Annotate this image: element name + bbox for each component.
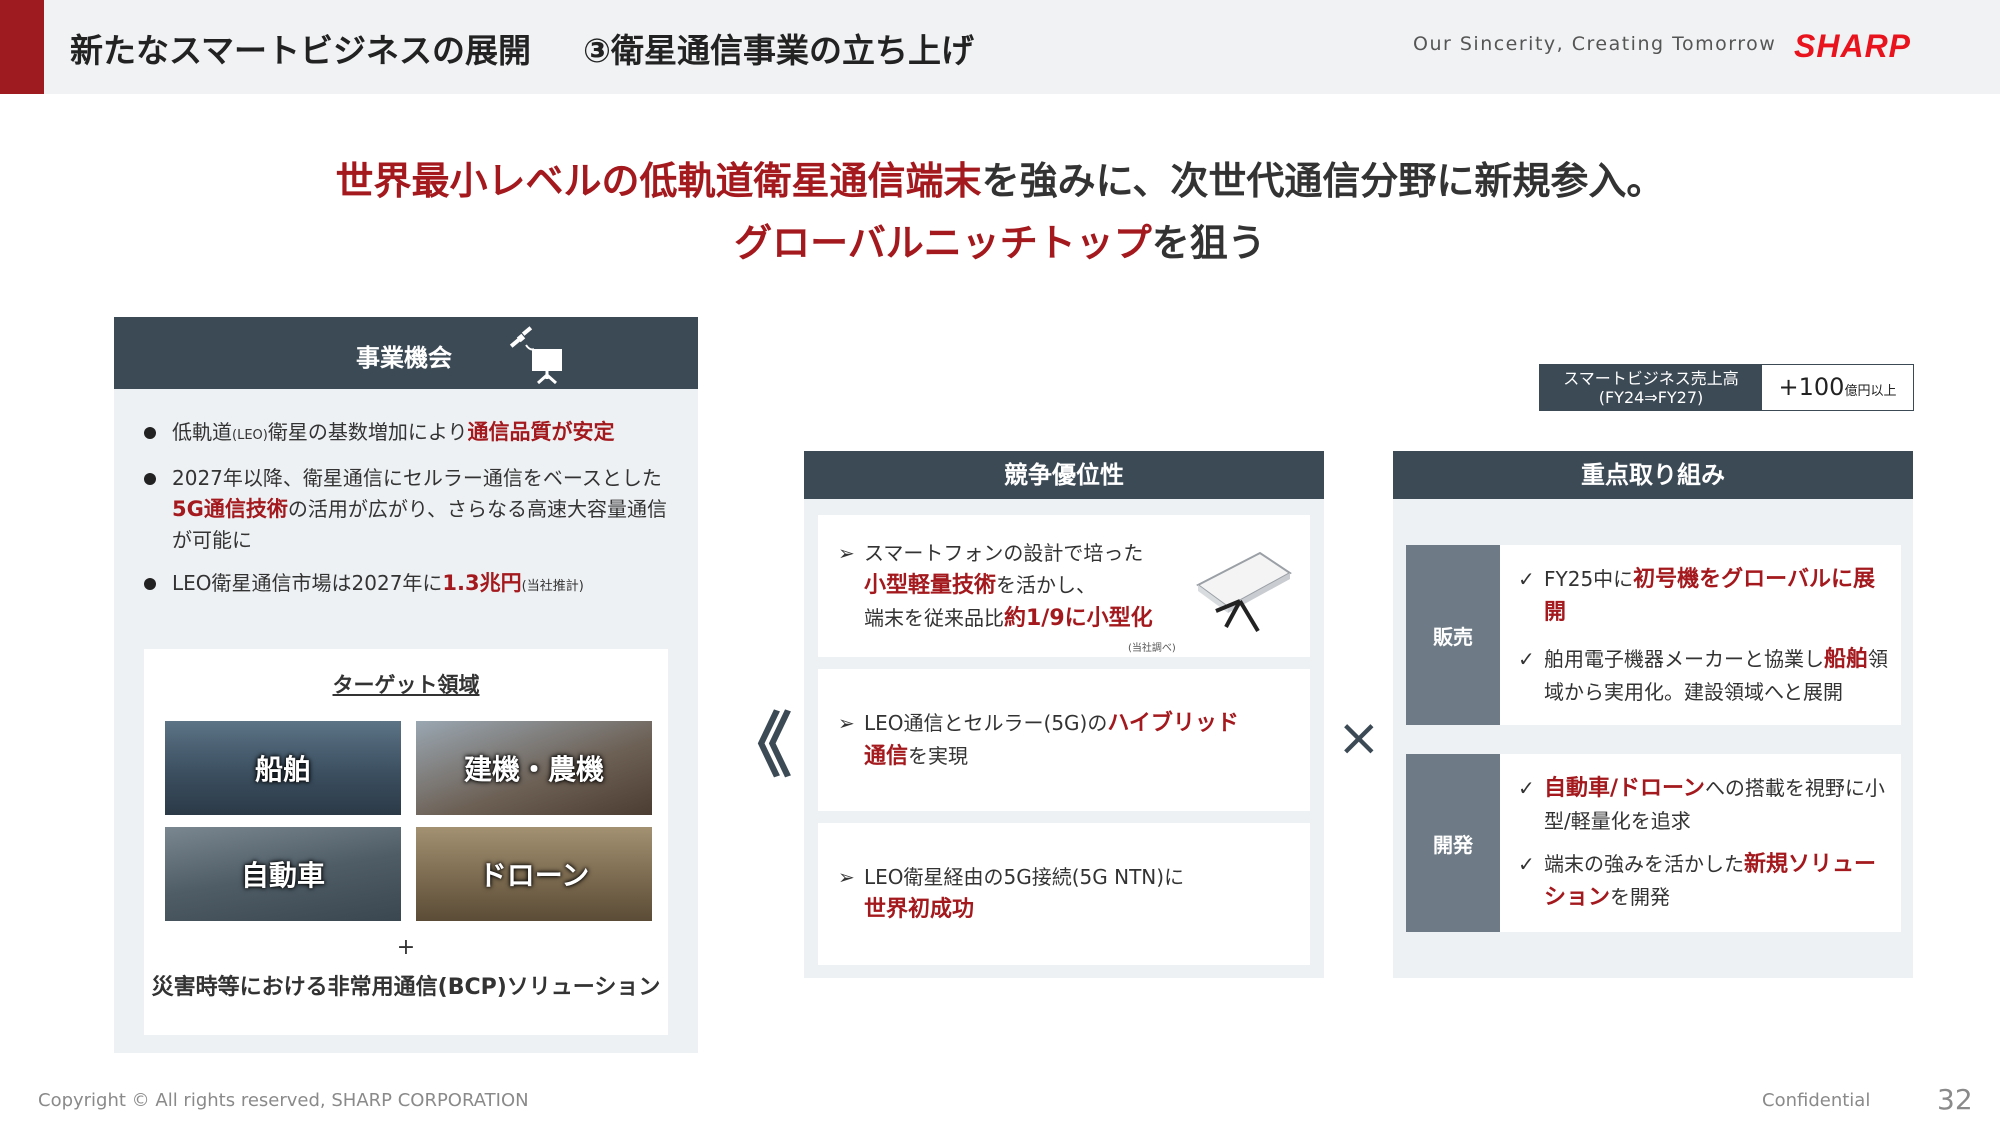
copyright: Copyright © All rights reserved, SHARP C… [38,1090,529,1111]
advantage-card-3-text: ➢ LEO衛星経由の5G接続(5G NTN)に 世界初成功 [838,861,1184,926]
check-icon: ✓ [1518,852,1535,876]
headline-line1-emphasis: 世界最小レベルの低軌道衛星通信端末 [335,159,982,203]
dev-item-2-a: 端末の強みを活かした [1544,852,1744,876]
bullet-1-text-b: 衛星の基数増加により [267,420,468,444]
sales-target-label: スマートビジネス売上高 (FY24⇒FY27) [1540,365,1762,410]
card-1-note: (当社調べ) [1128,643,1176,654]
focus-panel: 重点取り組み 販売 ✓ FY25中に初号機をグローバルに展開 ✓ 舶用電子機器メ… [1393,451,1913,978]
card-2-emphasis-1: ハイブリッド [1107,711,1239,736]
focus-dev-item-1: ✓ 自動車/ドローンへの搭載を視野に小型/軽量化を追求 [1518,772,1888,837]
header-accent [0,0,44,94]
opportunity-bullet-2: 2027年以降、衛星通信にセルラー通信をベースとした5G通信技術の活用が広がり、… [142,463,682,556]
headline-line1: 世界最小レベルの低軌道衛星通信端末を強みに、次世代通信分野に新規参入。 [0,150,2000,205]
opportunity-bullets: 低軌道(LEO)衛星の基数増加により通信品質が安定 2027年以降、衛星通信にセ… [142,417,682,614]
sharp-logo: SHARP [1794,28,1912,64]
advantage-card-2: ➢ LEO通信とセルラー(5G)のハイブリッド 通信を実現 [818,669,1310,811]
focus-dev-item-2: ✓ 端末の強みを活かした新規ソリューションを開発 [1518,848,1888,914]
card-1-line2: を活かし、 [996,573,1097,597]
focus-group-sales: 販売 ✓ FY25中に初号機をグローバルに展開 ✓ 舶用電子機器メーカーと協業し… [1406,545,1901,725]
target-area-title: ターゲット領域 [332,673,480,697]
sales-item-2-emphasis: 船舶 [1824,647,1869,672]
focus-title: 重点取り組み [1393,451,1913,499]
dev-item-2-b: を開発 [1610,885,1671,909]
target-plus: + [396,935,416,960]
check-icon: ✓ [1518,647,1535,671]
bullet-2-emphasis: 5G通信技術 [172,497,288,521]
advantage-title: 競争優位性 [804,451,1324,499]
target-area-box: ターゲット領域 船舶 建機・農機 自動車 ドローン + 災害時等における非常用通… [144,649,668,1035]
bullet-1-small: (LEO) [232,428,268,443]
bullet-3-small: (当社推計) [521,579,584,594]
target-bcp: 災害時等における非常用通信(BCP)ソリューション [151,975,661,1000]
target-tile-drone: ドローン [416,827,652,921]
check-icon: ✓ [1518,776,1535,800]
sales-label-line2: (FY24⇒FY27) [1598,388,1704,407]
focus-group-sales-label: 販売 [1406,545,1500,725]
dev-item-1-emphasis: 自動車/ドローン [1544,776,1705,801]
arrow-icon: ➢ [838,541,855,565]
sales-unit: 億円以上 [1844,384,1897,399]
headline-line2: グローバルニッチトップを狙う [0,212,2000,267]
card-1-line1: スマートフォンの設計で培った [864,541,1144,565]
target-tile-construction: 建機・農機 [416,721,652,815]
arrow-icon: ➢ [838,865,855,889]
opportunity-bullet-3: LEO衛星通信市場は2027年に1.3兆円(当社推計) [142,568,682,602]
advantage-card-1-text: ➢ スマートフォンの設計で培った 小型軽量技術を活かし、 端末を従来品比約1/9に… [838,537,1153,635]
bullet-1-text-a: 低軌道 [172,420,232,444]
focus-sales-item-2: ✓ 舶用電子機器メーカーと協業し船舶領域から実用化。建設領域へと展開 [1518,643,1888,708]
page-subtitle: ③衛星通信事業の立ち上げ [583,31,974,70]
sales-target-box: スマートビジネス売上高 (FY24⇒FY27) +100億円以上 [1539,364,1914,411]
card-3-emphasis: 世界初成功 [864,897,975,922]
headline-line2-text: を狙う [1151,221,1266,265]
target-tile-ship: 船舶 [165,721,401,815]
advantage-panel: 競争優位性 ➢ スマートフォンの設計で培った 小型軽量技術を活かし、 端末を従来品… [804,451,1324,978]
sales-label-line1: スマートビジネス売上高 [1563,369,1739,388]
card-2-line2: を実現 [908,744,969,768]
headline-line1-text: を強みに、次世代通信分野に新規参入。 [981,159,1665,203]
satellite-icon [509,326,562,385]
advantage-card-3: ➢ LEO衛星経由の5G接続(5G NTN)に 世界初成功 [818,823,1310,965]
sales-item-2-a: 舶用電子機器メーカーと協業し [1544,647,1824,671]
sales-item-1-a: FY25中に [1544,567,1634,591]
page-number: 32 [1937,1083,1973,1116]
opportunity-panel: 事業機会 低軌道(LEO)衛星の基数増加により通信品質が安定 2027年以降、衛… [114,317,698,1053]
chevron-left-icon: 《 [722,705,792,787]
target-tile-automobile: 自動車 [165,827,401,921]
focus-group-dev-label: 開発 [1406,754,1500,932]
terminal-device-icon [1196,551,1292,633]
sales-value: +100 [1778,373,1845,401]
tagline: Our Sincerity, Creating Tomorrow [1413,33,1777,55]
times-icon: × [1337,708,1381,768]
bullet-1-emphasis: 通信品質が安定 [467,420,615,444]
confidential-label: Confidential [1762,1090,1871,1111]
focus-group-development: 開発 ✓ 自動車/ドローンへの搭載を視野に小型/軽量化を追求 ✓ 端末の強みを活… [1406,754,1901,932]
headline-line2-emphasis: グローバルニッチトップ [734,221,1152,265]
bullet-2-text-a: 2027年以降、衛星通信にセルラー通信をベースとした [172,466,662,490]
bullet-3-emphasis: 1.3兆円 [442,571,522,595]
advantage-card-1: ➢ スマートフォンの設計で培った 小型軽量技術を活かし、 端末を従来品比約1/9に… [818,515,1310,657]
header-bar: 新たなスマートビジネスの展開 ③衛星通信事業の立ち上げ Our Sincerit… [0,0,2000,94]
opportunity-header: 事業機会 [114,317,698,389]
check-icon: ✓ [1518,567,1535,591]
arrow-icon: ➢ [838,711,855,735]
card-1-line3: 端末を従来品比 [864,606,1004,630]
card-2-line1: LEO通信とセルラー(5G)の [864,711,1108,735]
opportunity-title: 事業機会 [356,344,452,372]
advantage-card-2-text: ➢ LEO通信とセルラー(5G)のハイブリッド 通信を実現 [838,707,1239,773]
card-1-emphasis-2: 約1/9に小型化 [1004,606,1153,631]
card-1-emphasis-1: 小型軽量技術 [864,573,997,598]
bullet-3-text-a: LEO衛星通信市場は2027年に [172,571,443,595]
opportunity-bullet-1: 低軌道(LEO)衛星の基数増加により通信品質が安定 [142,417,682,451]
page-title: 新たなスマートビジネスの展開 [70,31,532,70]
sales-target-value: +100億円以上 [1762,365,1913,410]
card-2-emphasis-2: 通信 [864,744,909,769]
focus-sales-item-1: ✓ FY25中に初号機をグローバルに展開 [1518,563,1888,629]
card-3-line1: LEO衛星経由の5G接続(5G NTN)に [864,865,1185,889]
